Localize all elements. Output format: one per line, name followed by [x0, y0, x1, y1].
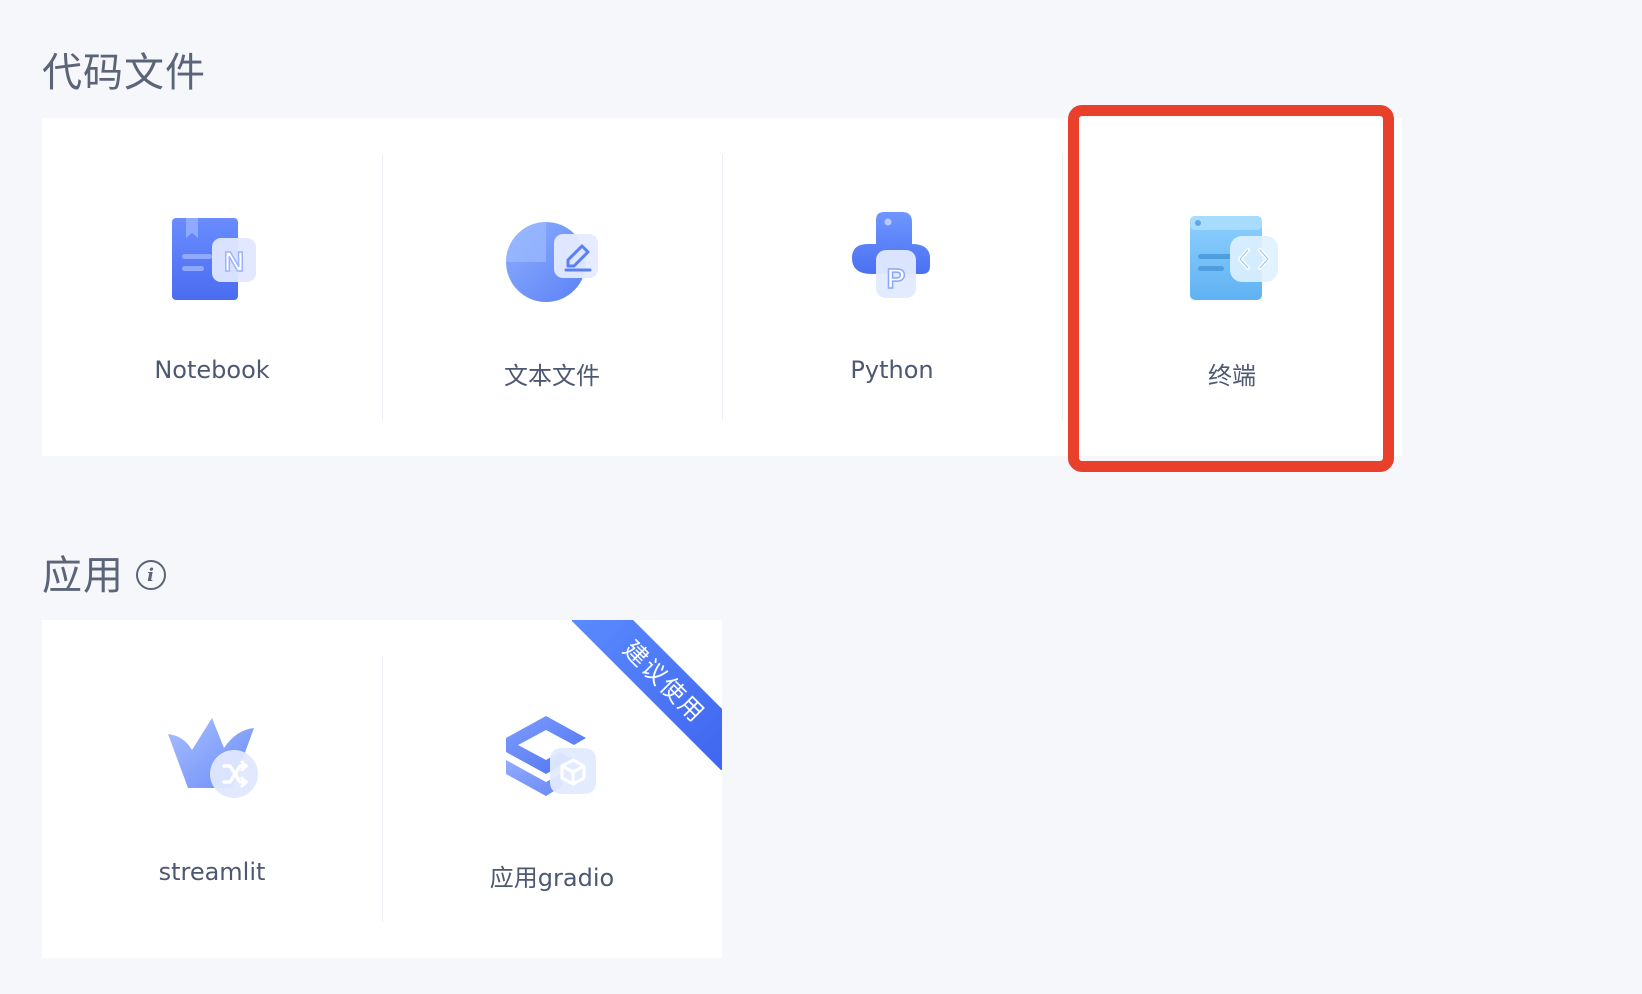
recommend-badge: 建议使用 — [572, 620, 722, 770]
info-icon[interactable]: i — [136, 560, 166, 590]
terminal-icon — [1190, 216, 1278, 300]
gradio-label: 应用gradio — [489, 864, 615, 892]
svg-text:P: P — [887, 263, 906, 294]
streamlit-icon — [168, 718, 258, 798]
code-files-section-title: 代码文件 — [42, 40, 206, 98]
apps-card-row: streamlit 应用gradio 建议使用 — [42, 620, 722, 958]
notebook-card[interactable]: N Notebook — [42, 118, 382, 456]
notebook-icon: N — [172, 218, 256, 300]
streamlit-card[interactable]: streamlit — [42, 620, 382, 958]
apps-section-title: 应用 i — [42, 543, 166, 601]
python-icon: P — [852, 212, 930, 298]
gradio-card[interactable]: 应用gradio 建议使用 — [382, 620, 722, 958]
notebook-label: Notebook — [154, 356, 270, 384]
terminal-label: 终端 — [1208, 362, 1256, 390]
terminal-card[interactable]: 终端 — [1062, 118, 1402, 456]
recommend-ribbon: 建议使用 — [572, 620, 722, 770]
svg-text:N: N — [224, 246, 244, 277]
text-file-icon — [506, 222, 598, 302]
python-card[interactable]: P Python — [722, 118, 1062, 456]
code-files-card-row: N Notebook 文本文件 P Python 终端 — [42, 118, 1402, 456]
apps-title: 应用 — [42, 553, 124, 599]
streamlit-label: streamlit — [158, 858, 266, 886]
text-file-label: 文本文件 — [504, 362, 600, 390]
python-label: Python — [850, 356, 934, 384]
text-file-card[interactable]: 文本文件 — [382, 118, 722, 456]
code-files-title: 代码文件 — [42, 50, 206, 96]
